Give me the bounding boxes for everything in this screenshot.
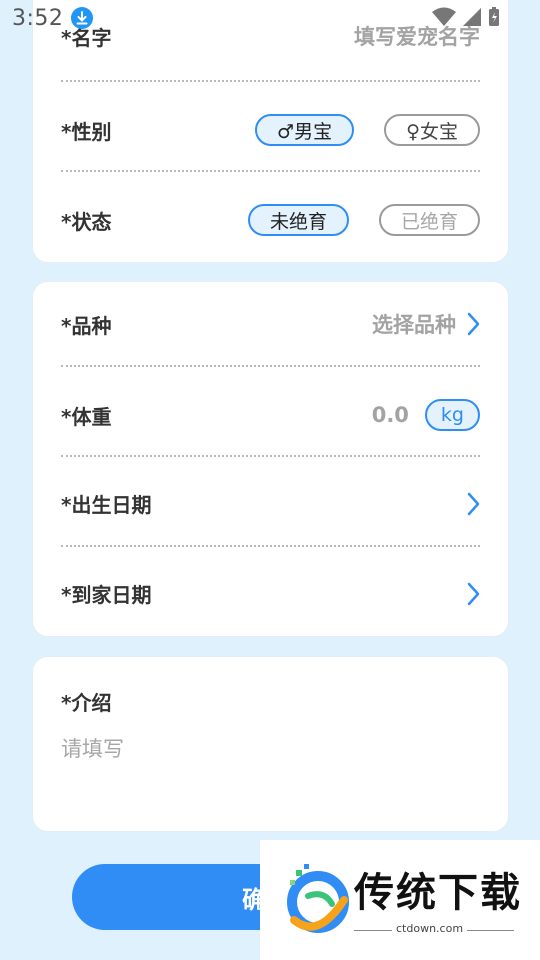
breed-select[interactable]: 选择品种 xyxy=(372,309,456,339)
weight-label: *体重 xyxy=(61,404,112,429)
birth-date-label: *出生日期 xyxy=(61,493,152,517)
gender-male-option[interactable]: ♂男宝 xyxy=(255,114,355,146)
gender-label: *性别 xyxy=(61,119,112,144)
gender-row: *性别 ♂男宝 ♀女宝 xyxy=(61,114,480,146)
watermark: 传统下载 ctdown.com xyxy=(260,840,540,960)
breed-label: *品种 xyxy=(61,313,112,338)
breed-row[interactable]: *品种 选择品种 xyxy=(61,309,480,339)
details-card: *品种 选择品种 *体重 0.0 kg *出生日期 *到家日期 xyxy=(32,281,509,637)
intro-label: *介绍 xyxy=(61,691,112,715)
arrival-date-label: *到家日期 xyxy=(61,583,152,607)
neuter-status-label: *状态 xyxy=(61,209,112,234)
chevron-right-icon xyxy=(467,312,480,336)
battery-icon xyxy=(489,7,499,26)
download-icon xyxy=(71,7,94,29)
neutered-option[interactable]: 已绝育 xyxy=(378,204,480,236)
divider xyxy=(61,170,480,172)
birth-date-row[interactable]: *出生日期 xyxy=(61,489,480,518)
status-icons xyxy=(432,7,500,27)
weight-input[interactable]: 0.0 xyxy=(372,403,409,427)
chevron-right-icon xyxy=(467,492,480,515)
wifi-icon xyxy=(432,7,456,26)
basic-info-card: *名字 填写爱宠名字 *性别 ♂男宝 ♀女宝 *状态 未绝育 已绝育 xyxy=(32,0,509,263)
watermark-url: ctdown.com xyxy=(392,922,468,935)
weight-row: *体重 0.0 kg xyxy=(61,399,480,431)
status-bar: 3:52 xyxy=(0,0,540,36)
watermark-title: 传统下载 xyxy=(354,870,522,916)
site-logo-icon xyxy=(287,864,349,933)
intro-textarea[interactable]: 请填写 xyxy=(61,733,124,763)
weight-unit-toggle[interactable]: kg xyxy=(424,399,480,431)
gender-female-option[interactable]: ♀女宝 xyxy=(384,114,480,146)
arrival-date-row[interactable]: *到家日期 xyxy=(61,579,480,608)
intro-card: *介绍 请填写 xyxy=(32,656,509,832)
neuter-status-row: *状态 未绝育 已绝育 xyxy=(61,204,480,236)
chevron-right-icon xyxy=(467,582,480,605)
divider xyxy=(61,80,480,82)
divider xyxy=(61,545,480,547)
divider xyxy=(61,365,480,367)
signal-icon xyxy=(463,8,481,26)
unneutered-option[interactable]: 未绝育 xyxy=(247,204,349,236)
divider xyxy=(61,455,480,457)
status-time: 3:52 xyxy=(12,5,64,31)
